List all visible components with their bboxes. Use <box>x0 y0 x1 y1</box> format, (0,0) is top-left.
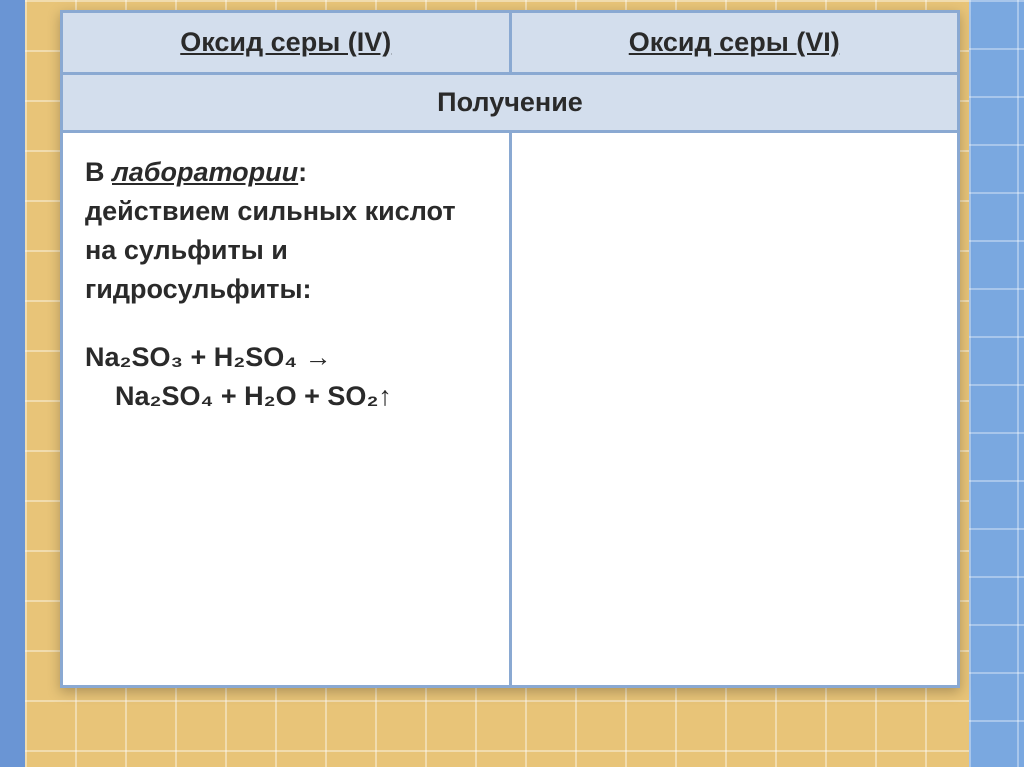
header-oxide-iv: Оксид серы (IV) <box>62 12 511 74</box>
header-oxide-vi: Оксид серы (VI) <box>510 12 959 74</box>
content-oxide-vi <box>510 132 959 687</box>
lab-suffix: : <box>298 157 307 187</box>
lab-label: лаборатории <box>112 157 298 187</box>
table-content-row: В лаборатории: действием сильных кислот … <box>62 132 959 687</box>
bg-stripe-left <box>0 0 25 767</box>
content-oxide-iv: В лаборатории: действием сильных кислот … <box>62 132 511 687</box>
lab-description: действием сильных кислот на сульфиты и г… <box>85 192 487 309</box>
oxide-table: Оксид серы (IV) Оксид серы (VI) Получени… <box>60 10 960 688</box>
comparison-table: Оксид серы (IV) Оксид серы (VI) Получени… <box>60 10 960 688</box>
subheader-preparation: Получение <box>62 74 959 132</box>
chemical-equation: Na₂SO₃ + H₂SO₄ → Na₂SO₄ + H₂O + SO₂↑ <box>85 338 487 416</box>
equation-line-2: Na₂SO₄ + H₂O + SO₂↑ <box>85 377 487 416</box>
equation-line-1: Na₂SO₃ + H₂SO₄ → <box>85 338 487 377</box>
bg-grid-blue <box>969 0 1024 767</box>
lab-intro: В лаборатории: <box>85 153 487 192</box>
table-header-row: Оксид серы (IV) Оксид серы (VI) <box>62 12 959 74</box>
table-subheader-row: Получение <box>62 74 959 132</box>
lab-prefix: В <box>85 157 112 187</box>
